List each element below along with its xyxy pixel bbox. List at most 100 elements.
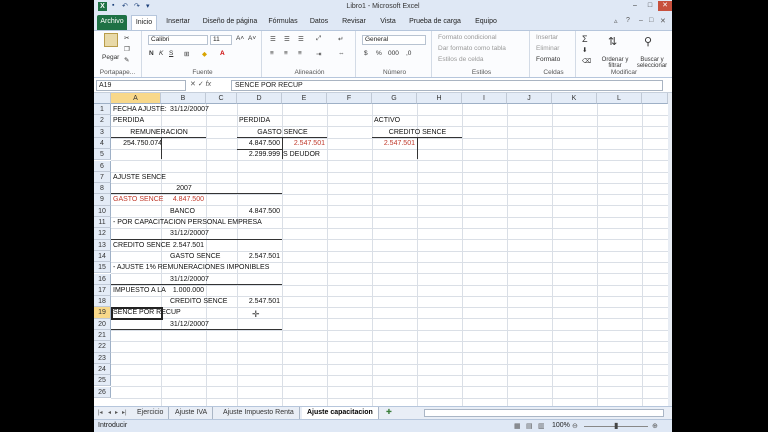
workbook-restore-icon[interactable]: □ bbox=[649, 17, 653, 24]
sheet-tab-ajuste-capacitacion[interactable]: Ajuste capacitacion bbox=[302, 407, 379, 419]
row-header[interactable]: 20 bbox=[94, 318, 111, 330]
cell-g3[interactable]: CREDITO SENCE bbox=[372, 127, 462, 138]
row-header[interactable]: 23 bbox=[94, 352, 111, 364]
column-header[interactable]: D bbox=[237, 93, 282, 104]
cell-b9[interactable]: 4.847.500 bbox=[161, 194, 206, 205]
cell-d4[interactable]: 4.847.500 bbox=[237, 138, 282, 149]
row-header[interactable]: 7 bbox=[94, 171, 111, 184]
tab-datos[interactable]: Datos bbox=[306, 15, 332, 30]
cell-b13[interactable]: 2.547.501 bbox=[161, 240, 206, 251]
align-middle-icon[interactable]: ☰ bbox=[284, 35, 290, 43]
cell-b1[interactable]: 31/12/20007 bbox=[169, 104, 209, 115]
row-header[interactable]: 19 bbox=[94, 307, 111, 319]
cell-a4[interactable]: 254.750.074 bbox=[111, 138, 164, 149]
font-name-combo[interactable]: Calibri bbox=[148, 35, 208, 45]
cell-d18[interactable]: 2.547.501 bbox=[237, 296, 282, 307]
tab-inicio[interactable]: Inicio bbox=[131, 15, 157, 30]
active-cell-selection[interactable] bbox=[111, 307, 163, 320]
number-format-combo[interactable]: General bbox=[362, 35, 426, 45]
workbook-minimize-icon[interactable]: – bbox=[639, 17, 643, 24]
cell-d5[interactable]: 2.299.999 bbox=[237, 149, 282, 160]
zoom-slider-thumb[interactable]: ▮ bbox=[614, 421, 618, 430]
tab-archivo[interactable]: Archivo bbox=[97, 15, 127, 30]
autosum-icon[interactable]: Σ bbox=[582, 34, 588, 44]
row-header[interactable]: 3 bbox=[94, 126, 111, 138]
row-header[interactable]: 12 bbox=[94, 228, 111, 240]
column-header[interactable]: I bbox=[462, 93, 507, 104]
sheet-nav-last-icon[interactable]: ▸| bbox=[122, 409, 127, 416]
column-header[interactable]: F bbox=[327, 93, 372, 104]
cell-a7[interactable]: AJUSTE SENCE bbox=[112, 172, 166, 183]
tab-equipo[interactable]: Equipo bbox=[471, 15, 501, 30]
column-header[interactable]: J bbox=[507, 93, 552, 104]
font-color-icon[interactable]: A bbox=[220, 50, 225, 57]
insert-function-icon[interactable]: fx bbox=[206, 81, 211, 88]
align-right-icon[interactable]: ≡ bbox=[298, 50, 302, 57]
row-header[interactable]: 25 bbox=[94, 375, 111, 387]
tab-formulas[interactable]: Fórmulas bbox=[266, 15, 300, 30]
row-header[interactable]: 6 bbox=[94, 160, 111, 172]
paste-button[interactable]: Pegar bbox=[102, 54, 119, 61]
row-header[interactable]: 8 bbox=[94, 183, 111, 195]
sheet-tab-ejercicio[interactable]: Ejercicio bbox=[132, 407, 170, 419]
column-header-extra[interactable] bbox=[642, 93, 668, 104]
delete-cells-button[interactable]: Eliminar bbox=[536, 45, 559, 52]
fill-icon[interactable]: ⬇ bbox=[582, 46, 587, 54]
row-header[interactable]: 26 bbox=[94, 386, 111, 398]
cell-a11[interactable]: - POR CAPACITACION PERSONAL EMPRESA bbox=[112, 217, 262, 228]
find-select-button[interactable]: Buscar y seleccionar bbox=[634, 57, 670, 69]
cell-e5[interactable]: S DEUDOR bbox=[282, 149, 320, 160]
sheet-tab-ajuste-impuesto-renta[interactable]: Ajuste Impuesto Renta bbox=[218, 407, 300, 419]
name-box[interactable]: A19 bbox=[96, 80, 186, 91]
cell-d3[interactable]: GASTO SENCE bbox=[237, 127, 327, 138]
row-header[interactable]: 2 bbox=[94, 115, 111, 127]
help-icon[interactable]: ? bbox=[626, 17, 630, 24]
cell-b17[interactable]: 1.000.000 bbox=[161, 285, 206, 296]
align-bottom-icon[interactable]: ☰ bbox=[298, 35, 304, 43]
page-break-icon[interactable]: ▥ bbox=[538, 422, 545, 430]
row-header[interactable]: 21 bbox=[94, 330, 111, 342]
close-button[interactable]: ✕ bbox=[658, 1, 672, 11]
row-header[interactable]: 13 bbox=[94, 239, 111, 251]
clear-icon[interactable]: ⌫ bbox=[582, 57, 591, 65]
ribbon-collapse-icon[interactable]: ▵ bbox=[614, 17, 618, 25]
row-header[interactable]: 4 bbox=[94, 137, 111, 150]
row-header[interactable]: 1 bbox=[94, 104, 111, 116]
cell-b14[interactable]: GASTO SENCE bbox=[169, 251, 220, 262]
enter-icon[interactable]: ✓ bbox=[198, 81, 206, 88]
row-header[interactable]: 18 bbox=[94, 296, 111, 308]
italic-icon[interactable]: K bbox=[159, 50, 163, 57]
column-header[interactable]: G bbox=[372, 93, 417, 104]
row-header[interactable]: 11 bbox=[94, 217, 111, 229]
row-header[interactable]: 16 bbox=[94, 273, 111, 285]
maximize-button[interactable]: □ bbox=[643, 1, 657, 11]
insert-cells-button[interactable]: Insertar bbox=[536, 34, 558, 41]
cell-b18[interactable]: CREDITO SENCE bbox=[169, 296, 227, 307]
cell-e4[interactable]: 2.547.501 bbox=[282, 138, 327, 149]
cell-d2[interactable]: PERDIDA bbox=[238, 115, 270, 126]
cell-a3[interactable]: REMUNERACION bbox=[111, 127, 206, 138]
select-all-corner[interactable] bbox=[94, 93, 111, 104]
zoom-in-icon[interactable]: ⊕ bbox=[652, 422, 658, 430]
row-header[interactable]: 22 bbox=[94, 341, 111, 353]
vertical-scrollbar[interactable] bbox=[668, 93, 672, 406]
page-layout-icon[interactable]: ▤ bbox=[526, 422, 533, 430]
tab-diseno-pagina[interactable]: Diseño de página bbox=[199, 15, 261, 30]
align-top-icon[interactable]: ☰ bbox=[270, 35, 276, 43]
column-header[interactable]: A bbox=[111, 93, 161, 104]
cell-d10[interactable]: 4.847.500 bbox=[237, 206, 282, 217]
tab-insertar[interactable]: Insertar bbox=[162, 15, 194, 30]
copy-icon[interactable]: ❐ bbox=[124, 45, 130, 53]
cell-b16[interactable]: 31/12/20007 bbox=[169, 274, 209, 285]
worksheet-grid[interactable]: A B C D E F G H I J K L 1 2 3 4 5 6 7 8 9 10 11 12 1… bbox=[94, 93, 672, 406]
cell-a15[interactable]: - AJUSTE 1% REMUNERACIONES IMPONIBLES bbox=[112, 262, 269, 273]
bold-icon[interactable]: N bbox=[149, 50, 154, 57]
row-header[interactable]: 24 bbox=[94, 363, 111, 376]
indent-icon[interactable]: ⇥ bbox=[316, 50, 321, 58]
zoom-level[interactable]: 100% bbox=[552, 422, 570, 429]
align-center-icon[interactable]: ≡ bbox=[284, 50, 288, 57]
cell-d14[interactable]: 2.547.501 bbox=[237, 251, 282, 262]
zoom-out-icon[interactable]: ⊖ bbox=[572, 422, 578, 430]
sheet-nav-next-icon[interactable]: ▸ bbox=[115, 409, 118, 416]
row-header[interactable]: 15 bbox=[94, 262, 111, 274]
